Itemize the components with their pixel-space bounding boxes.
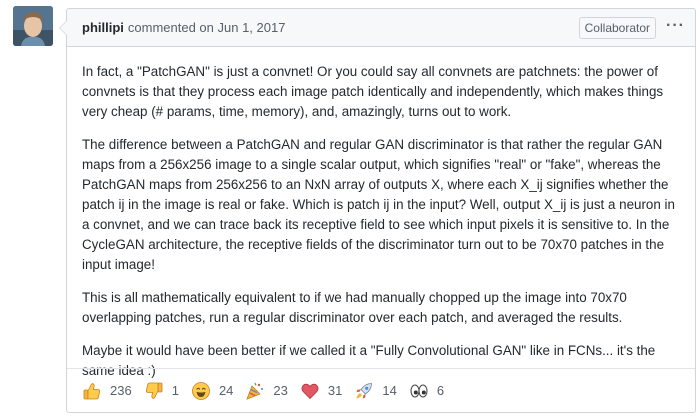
reaction-count: 24 (218, 383, 234, 398)
hooray-icon (246, 382, 264, 400)
reaction-thumbs-up[interactable]: 236 (82, 381, 132, 401)
reaction-heart[interactable]: 31 (300, 381, 342, 401)
comment-card: phillipi commented on Jun 1, 2017 Collab… (59, 8, 696, 413)
reaction-hooray[interactable]: 23 (245, 381, 288, 401)
comment-paragraph: In fact, a "PatchGAN" is just a convnet!… (82, 64, 664, 119)
comment-paragraph: The difference between a PatchGAN and re… (82, 137, 675, 272)
comment-timestamp[interactable]: commented on Jun 1, 2017 (128, 20, 286, 35)
reaction-count: 23 (273, 383, 288, 398)
thumbs-down-icon (145, 382, 163, 399)
reaction-count: 31 (327, 383, 343, 398)
thumbs-up-icon (83, 382, 101, 399)
laugh-icon (192, 381, 210, 400)
reaction-eyes[interactable]: 6 (409, 381, 444, 401)
reaction-count: 236 (110, 383, 132, 398)
reaction-count: 6 (436, 383, 445, 398)
reaction-rocket[interactable]: 14 (354, 381, 397, 401)
reactions-bar: 236 1 24 23 31 14 6 (67, 368, 695, 412)
comment-body: In fact, a "PatchGAN" is just a convnet!… (67, 47, 695, 381)
heart-icon (301, 383, 319, 399)
avatar[interactable] (13, 6, 53, 46)
reaction-thumbs-down[interactable]: 1 (144, 381, 179, 401)
more-options-icon[interactable]: ··· (666, 17, 685, 38)
avatar-photo (13, 6, 53, 46)
reaction-count: 14 (382, 383, 397, 398)
comment-paragraph: This is all mathematically equivalent to… (82, 290, 627, 325)
author-link[interactable]: phillipi (82, 20, 124, 35)
reaction-laugh[interactable]: 24 (191, 381, 233, 401)
eyes-icon (410, 383, 428, 398)
comment-header: phillipi commented on Jun 1, 2017 Collab… (67, 9, 695, 47)
reaction-count: 1 (171, 383, 179, 398)
collaborator-badge: Collaborator (578, 16, 657, 39)
rocket-icon (356, 382, 373, 398)
